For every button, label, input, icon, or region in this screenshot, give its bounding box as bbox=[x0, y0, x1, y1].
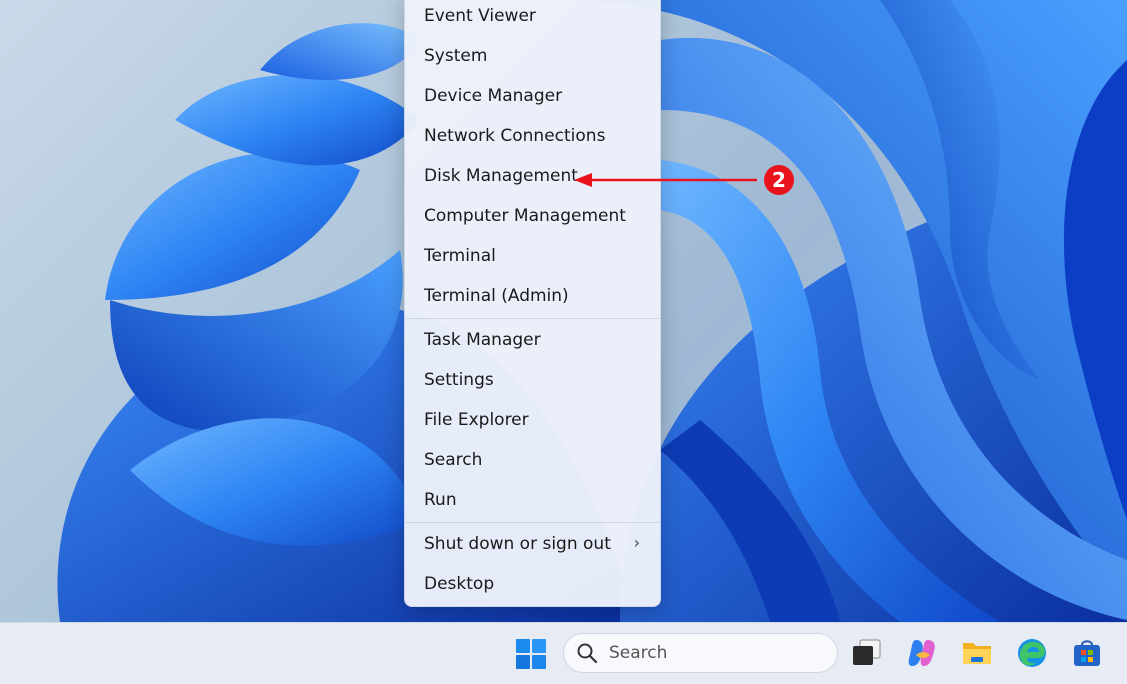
edge-icon[interactable] bbox=[1016, 637, 1048, 669]
store-icon[interactable] bbox=[1071, 637, 1103, 669]
arrow-to-disk-management bbox=[574, 173, 757, 187]
start-icon[interactable] bbox=[515, 638, 547, 670]
copilot-icon[interactable] bbox=[906, 637, 938, 669]
search-icon bbox=[576, 642, 598, 668]
file-explorer-icon[interactable] bbox=[961, 637, 993, 669]
task-view-icon[interactable] bbox=[851, 637, 883, 669]
taskbar-search-box[interactable]: Search bbox=[563, 633, 838, 673]
taskbar: Search bbox=[0, 622, 1127, 684]
search-placeholder: Search bbox=[609, 643, 668, 663]
annotation-arrows bbox=[305, 173, 757, 658]
annotation-badge-2: 2 bbox=[764, 165, 794, 195]
